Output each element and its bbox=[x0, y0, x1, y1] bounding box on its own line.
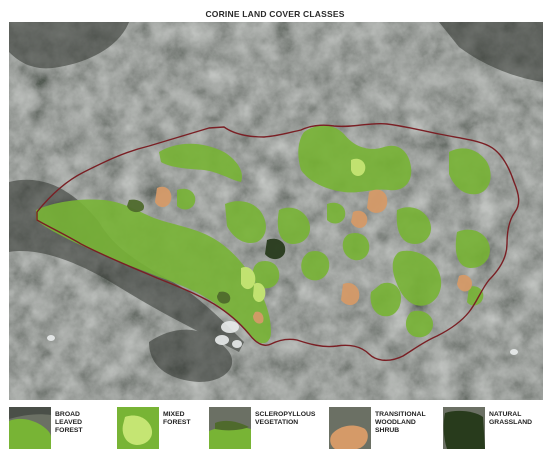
land-cover-figure: CORINE LAND COVER CLASSES BROAD LEAVED F… bbox=[0, 0, 550, 472]
sclerophyllous-vegetation-swatch bbox=[209, 407, 251, 449]
legend-label: BROAD LEAVED FOREST bbox=[55, 411, 83, 435]
legend-label: TRANSITIONAL WOODLAND SHRUB bbox=[375, 411, 426, 435]
satellite-map bbox=[9, 22, 543, 400]
legend-label: SCLEROPYLLOUS VEGETATION bbox=[255, 411, 316, 427]
legend-label: NATURAL GRASSLAND bbox=[489, 411, 533, 427]
transitional-woodland-shrub-swatch bbox=[329, 407, 371, 449]
map-canvas bbox=[9, 22, 543, 400]
map-title: CORINE LAND COVER CLASSES bbox=[205, 9, 345, 19]
natural-grassland-swatch bbox=[443, 407, 485, 449]
legend-label: MIXED FOREST bbox=[163, 411, 191, 427]
broad-leaved-forest-swatch bbox=[9, 407, 51, 449]
legend: BROAD LEAVED FOREST MIXED FOREST SCLEROP… bbox=[9, 406, 543, 466]
mixed-forest-swatch bbox=[117, 407, 159, 449]
